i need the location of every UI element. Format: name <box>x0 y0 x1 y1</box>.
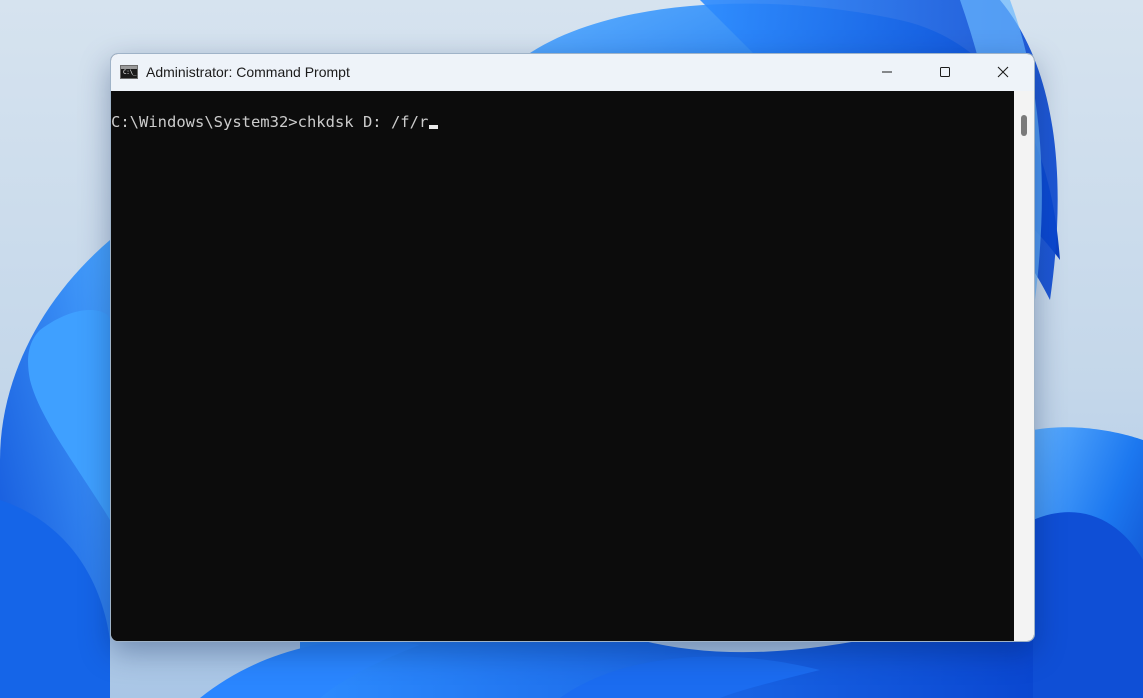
title-bar[interactable]: C:\_ Administrator: Command Prompt <box>111 54 1034 91</box>
app-icon-glyph: C:\_ <box>123 69 137 76</box>
command-line: C:\Windows\System32>chkdsk D: /f/r <box>111 113 439 131</box>
close-icon <box>997 66 1009 78</box>
window-title: Administrator: Command Prompt <box>146 64 350 80</box>
typed-command: chkdsk D: /f/r <box>297 113 429 131</box>
close-button[interactable] <box>974 54 1032 91</box>
scrollbar-thumb[interactable] <box>1021 115 1027 136</box>
command-prompt-window[interactable]: C:\_ Administrator: Command Prompt C:\Wi… <box>110 53 1035 642</box>
minimize-icon <box>882 71 892 73</box>
text-cursor <box>429 125 439 129</box>
maximize-button[interactable] <box>916 54 974 91</box>
minimize-button[interactable] <box>858 54 916 91</box>
console-area[interactable]: C:\Windows\System32>chkdsk D: /f/r <box>111 91 1014 641</box>
prompt-path: C:\Windows\System32> <box>111 113 298 131</box>
command-prompt-app-icon[interactable]: C:\_ <box>120 65 138 79</box>
maximize-icon <box>940 67 950 77</box>
vertical-scrollbar[interactable] <box>1014 91 1034 641</box>
